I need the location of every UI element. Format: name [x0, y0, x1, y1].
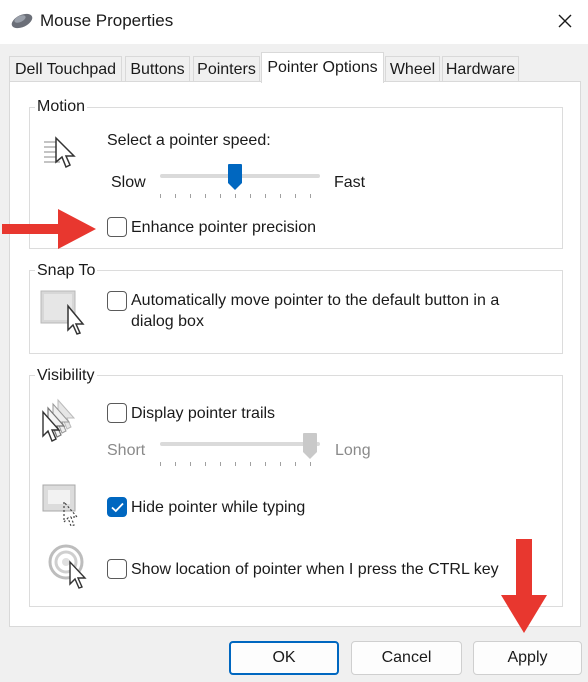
title-bar: Mouse Properties	[0, 0, 588, 44]
slider-tick	[205, 462, 206, 466]
pointer-speed-label: Select a pointer speed:	[107, 132, 271, 149]
snap-to-icon	[40, 290, 90, 341]
visibility-group-label: Visibility	[35, 367, 97, 385]
slider-tick	[175, 462, 176, 466]
auto-snap-checkbox[interactable]	[107, 291, 127, 311]
long-label: Long	[335, 442, 371, 459]
pointer-speed-slider-thumb[interactable]	[227, 163, 243, 196]
slow-label: Slow	[111, 174, 146, 191]
slider-tick	[280, 462, 281, 466]
slider-tick	[295, 462, 296, 466]
slider-tick	[265, 194, 266, 198]
motion-group-label: Motion	[35, 98, 88, 116]
annotation-arrow-right-icon	[0, 206, 98, 257]
slider-tick	[280, 194, 281, 198]
hide-typing-checkbox[interactable]	[107, 497, 127, 517]
annotation-arrow-down-icon	[499, 537, 549, 640]
fast-label: Fast	[334, 174, 366, 191]
hide-pointer-icon	[42, 484, 88, 533]
ok-button[interactable]: OK	[229, 641, 339, 675]
slider-tick	[235, 462, 236, 466]
slider-tick	[220, 462, 221, 466]
tab-hardware[interactable]: Hardware	[442, 56, 519, 82]
slider-tick	[160, 462, 161, 466]
slider-tick	[250, 462, 251, 466]
tab-strip: Dell Touchpad Buttons Pointers Pointer O…	[0, 52, 588, 83]
pointer-speed-icon	[42, 136, 82, 175]
pointer-trails-icon	[40, 398, 84, 447]
show-location-label[interactable]: Show location of pointer when I press th…	[131, 561, 499, 579]
slider-tick	[190, 194, 191, 198]
apply-button[interactable]: Apply	[473, 641, 582, 675]
hide-typing-label[interactable]: Hide pointer while typing	[131, 499, 305, 517]
tab-pointers[interactable]: Pointers	[193, 56, 260, 82]
snap-to-group-label: Snap To	[35, 262, 98, 280]
trail-length-slider-track[interactable]	[160, 442, 320, 446]
cancel-button[interactable]: Cancel	[351, 641, 462, 675]
close-icon	[558, 14, 572, 28]
window-title: Mouse Properties	[40, 11, 174, 30]
short-label: Short	[107, 442, 146, 459]
slider-tick	[250, 194, 251, 198]
pointer-trails-checkbox[interactable]	[107, 403, 127, 423]
slider-tick	[310, 194, 311, 198]
show-location-checkbox[interactable]	[107, 559, 127, 579]
tab-buttons[interactable]: Buttons	[125, 56, 190, 82]
slider-tick	[175, 194, 176, 198]
slider-tick	[160, 194, 161, 198]
snap-to-group	[29, 270, 563, 354]
auto-snap-label-line2[interactable]: dialog box	[131, 313, 204, 331]
enhance-precision-checkbox[interactable]	[107, 217, 127, 237]
pointer-trails-label[interactable]: Display pointer trails	[131, 405, 275, 423]
slider-tick	[220, 194, 221, 198]
tab-dell-touchpad[interactable]: Dell Touchpad	[9, 56, 122, 82]
trail-length-slider-thumb[interactable]	[302, 432, 318, 465]
show-location-icon	[48, 544, 92, 595]
slider-tick	[190, 462, 191, 466]
tab-wheel[interactable]: Wheel	[385, 56, 440, 82]
slider-tick	[265, 462, 266, 466]
tab-pointer-options[interactable]: Pointer Options	[261, 52, 384, 83]
enhance-precision-label[interactable]: Enhance pointer precision	[131, 219, 316, 237]
close-button[interactable]	[542, 0, 588, 44]
slider-tick	[205, 194, 206, 198]
auto-snap-label-line1[interactable]: Automatically move pointer to the defaul…	[131, 292, 499, 310]
checkmark-icon	[111, 502, 124, 513]
mouse-icon	[10, 12, 34, 30]
slider-tick	[295, 194, 296, 198]
